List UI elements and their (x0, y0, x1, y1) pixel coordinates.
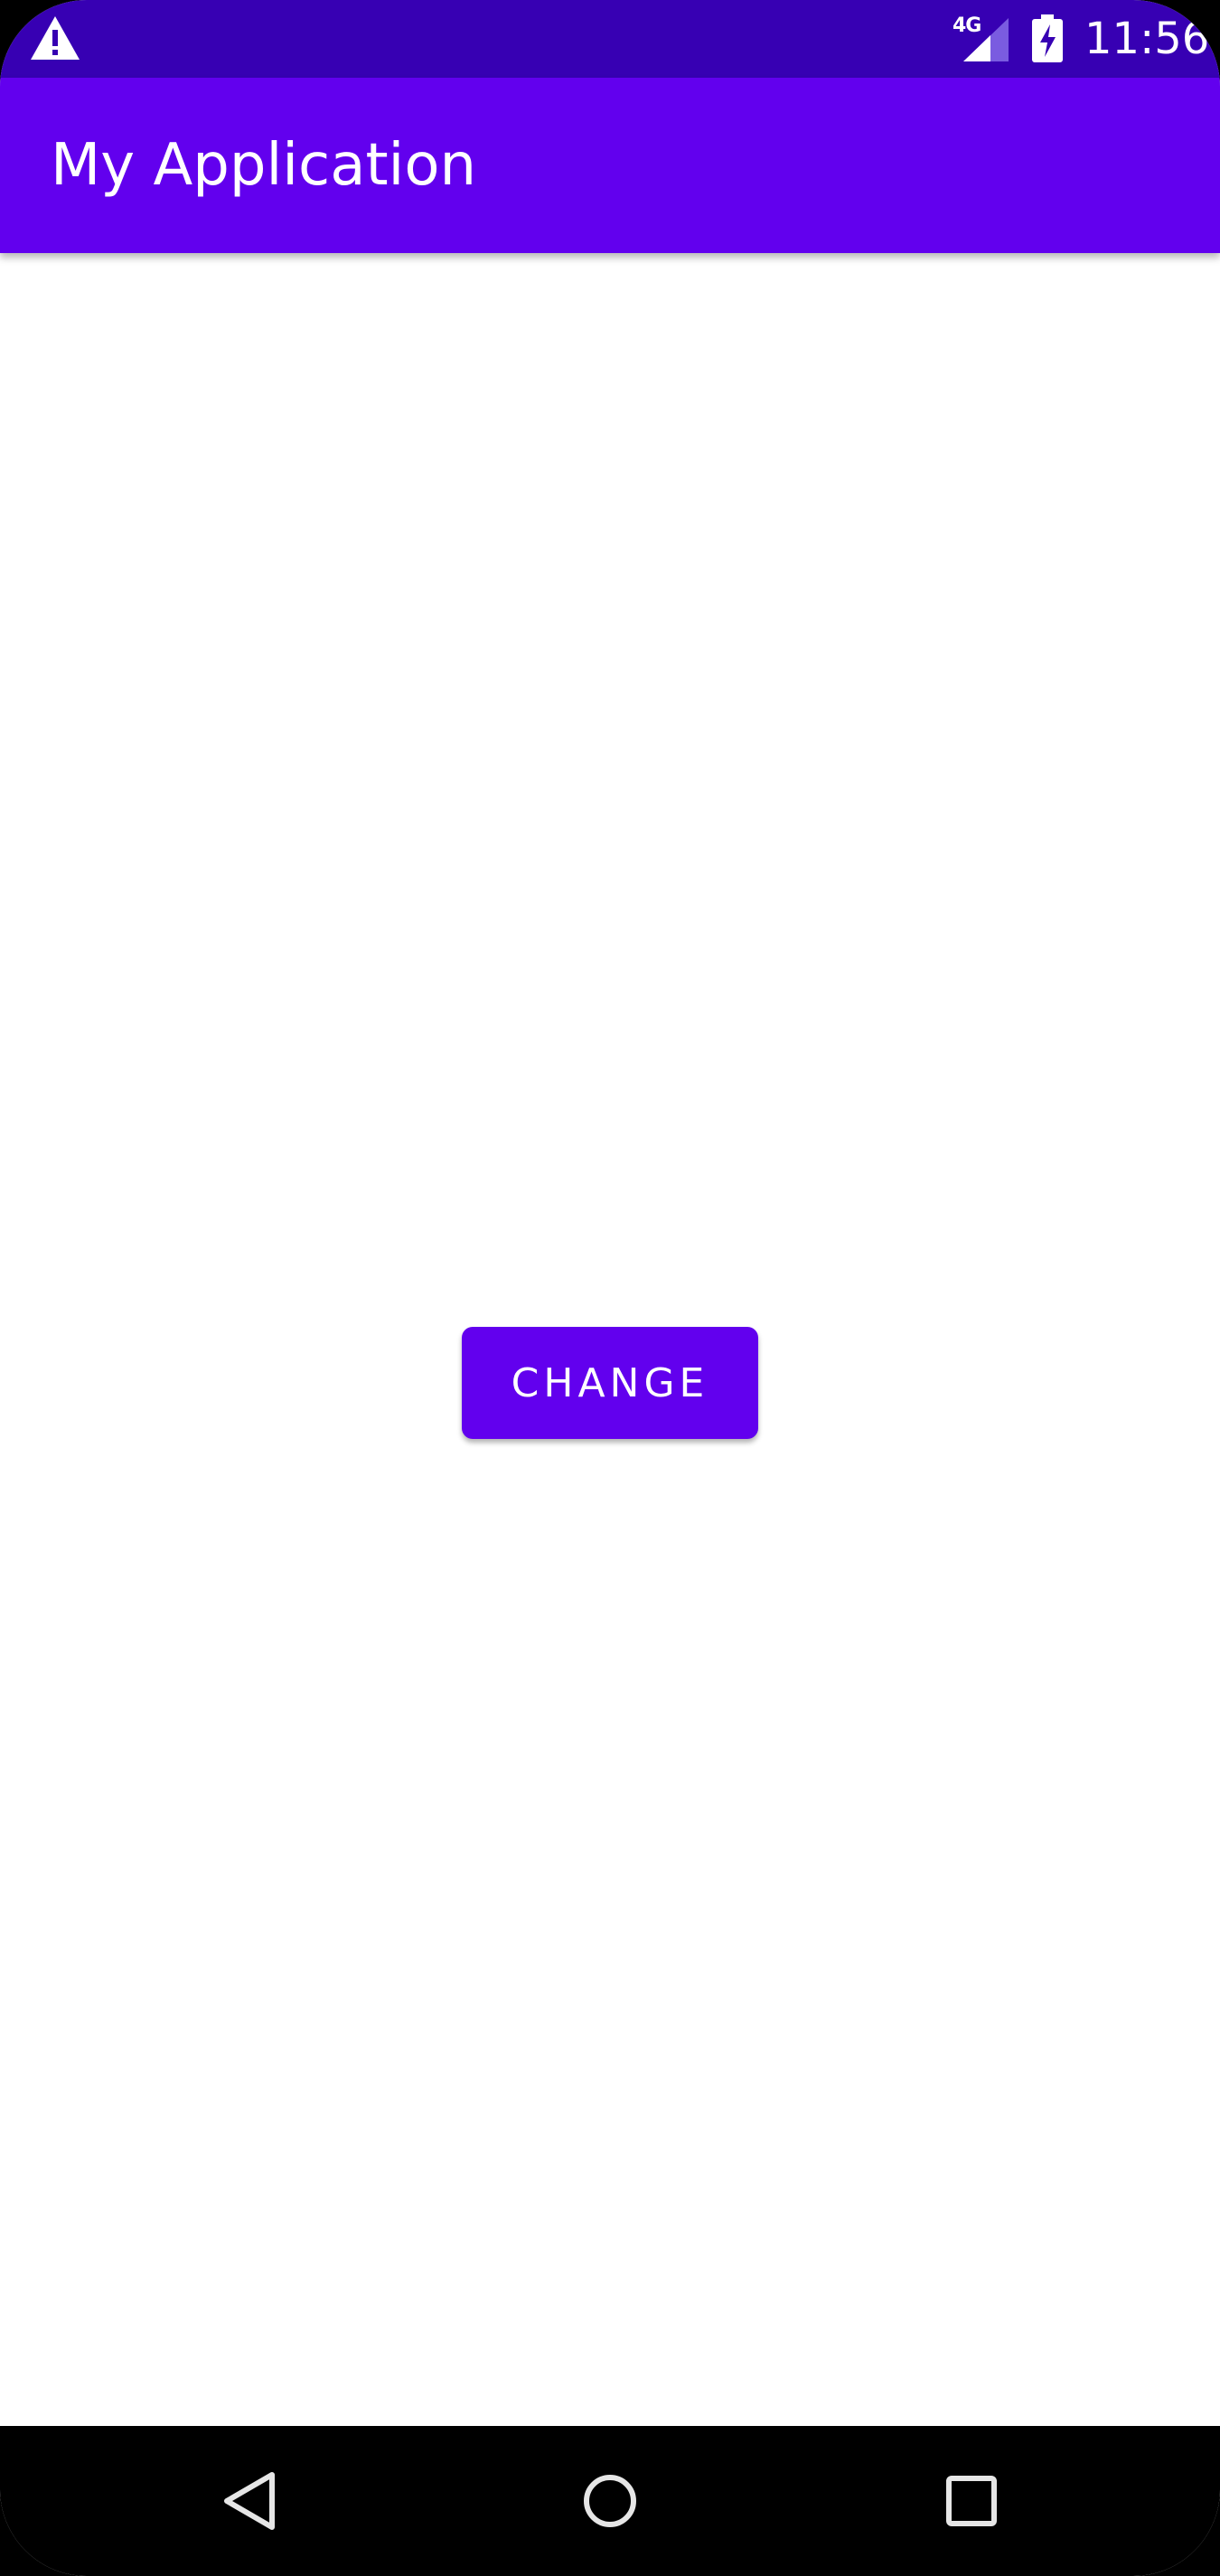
navigation-bar (0, 2426, 1220, 2576)
change-button[interactable]: CHANGE (462, 1327, 758, 1439)
warning-icon (31, 16, 80, 60)
battery-charging-icon (1032, 14, 1063, 62)
status-bar: 4G 11:56 (0, 0, 1220, 78)
app-bar: My Application (0, 78, 1220, 253)
app-title: My Application (51, 132, 477, 199)
back-icon (224, 2472, 275, 2530)
signal-icon (963, 18, 1009, 61)
back-button[interactable] (159, 2426, 340, 2576)
phone-screen: 4G 11:56 My Application CHANGE (0, 0, 1220, 2576)
recents-icon (946, 2476, 997, 2526)
status-clock: 11:56 (1084, 14, 1210, 64)
recents-button[interactable] (881, 2426, 1062, 2576)
home-icon (584, 2475, 636, 2527)
home-button[interactable] (520, 2426, 700, 2576)
